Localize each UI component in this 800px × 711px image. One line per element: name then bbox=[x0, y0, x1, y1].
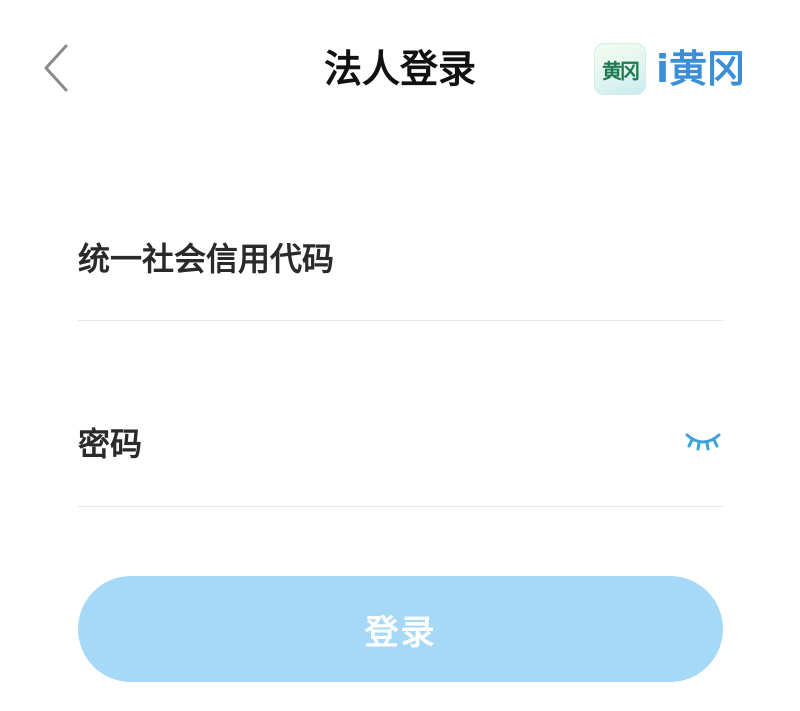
password-visibility-toggle[interactable] bbox=[683, 427, 723, 461]
header-bar: 法人登录 黄冈 i黄冈 bbox=[0, 0, 800, 140]
brand: 黄冈 i黄冈 bbox=[594, 42, 745, 96]
password-input[interactable] bbox=[78, 405, 658, 483]
brand-name: i黄冈 bbox=[656, 47, 746, 91]
password-field bbox=[78, 405, 723, 507]
eye-closed-icon bbox=[685, 433, 721, 451]
credit-code-input[interactable] bbox=[78, 220, 658, 298]
login-button[interactable]: 登录 bbox=[78, 576, 723, 682]
brand-logo: 黄冈 bbox=[594, 43, 646, 95]
credit-code-field bbox=[78, 220, 723, 321]
